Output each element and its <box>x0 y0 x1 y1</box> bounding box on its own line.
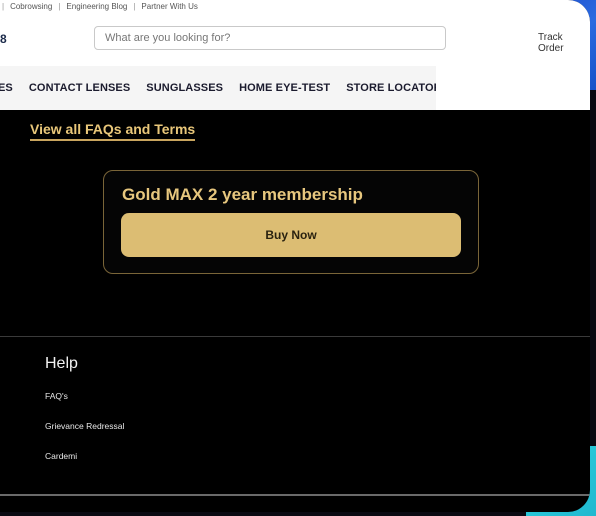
site-header: 8 What are you looking for? Track Order <box>0 12 590 66</box>
utility-separator: | <box>2 1 5 11</box>
help-link-grievance[interactable]: Grievance Redressal <box>45 421 124 431</box>
help-heading: Help <box>45 355 78 372</box>
track-order-link[interactable]: Track Order <box>538 32 590 54</box>
footer-divider <box>0 336 590 337</box>
buy-now-button[interactable]: Buy Now <box>121 213 461 257</box>
nav-item-home-eye-test[interactable]: HOME EYE-TEST <box>239 82 330 94</box>
footer-divider-bottom <box>0 494 590 496</box>
utility-link-partner[interactable]: Partner With Us <box>141 2 197 11</box>
nav-item-sunglasses[interactable]: SUNGLASSES <box>146 82 223 94</box>
membership-title: Gold MAX 2 year membership <box>122 185 363 204</box>
nav-item-store-locator[interactable]: STORE LOCATOR <box>346 82 441 94</box>
membership-card: Gold MAX 2 year membership Buy Now <box>103 170 479 274</box>
view-faqs-link[interactable]: View all FAQs and Terms <box>30 121 196 141</box>
utility-separator: | <box>133 1 136 11</box>
phone-number[interactable]: 8 <box>0 32 7 46</box>
help-link-faqs[interactable]: FAQ's <box>45 391 68 401</box>
browser-viewport: | Cobrowsing | Engineering Blog | Partne… <box>0 0 590 512</box>
nav-item-contact-lenses[interactable]: CONTACT LENSES <box>29 82 130 94</box>
nav-right-area <box>436 66 590 110</box>
nav-item-eyeglasses[interactable]: ES <box>0 82 13 94</box>
help-link-cardemi[interactable]: Cardemi <box>45 451 77 461</box>
utility-bar: | Cobrowsing | Engineering Blog | Partne… <box>0 0 590 12</box>
utility-link-cobrowsing[interactable]: Cobrowsing <box>10 2 52 11</box>
utility-link-engineering-blog[interactable]: Engineering Blog <box>66 2 127 11</box>
utility-separator: | <box>58 1 61 11</box>
search-input[interactable]: What are you looking for? <box>94 26 446 50</box>
